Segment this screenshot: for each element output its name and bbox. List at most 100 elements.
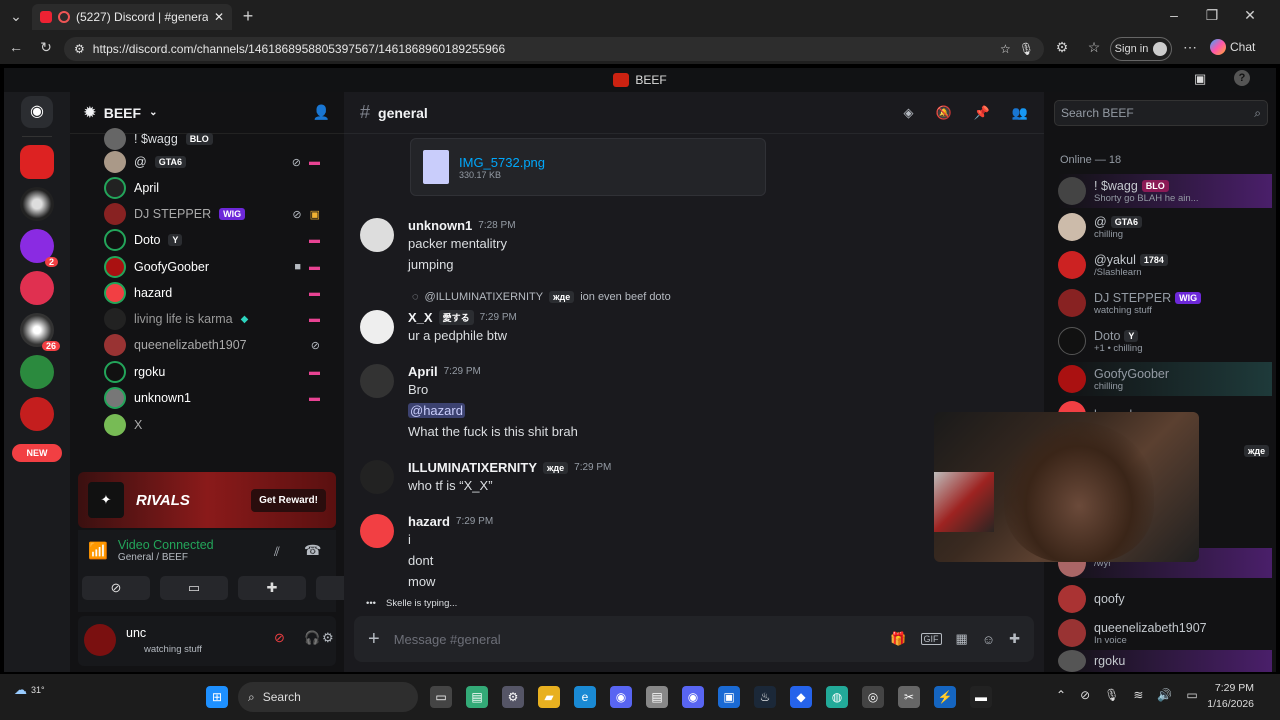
server-beef-icon[interactable] — [20, 145, 54, 179]
member-item[interactable]: Doto Y +1 • chilling — [1058, 324, 1272, 358]
obs-icon[interactable]: ◎ — [862, 686, 884, 708]
server-icon-7[interactable] — [20, 397, 54, 431]
voice-member[interactable]: living life is karma ◆ ▬ — [104, 306, 334, 332]
avatar[interactable] — [360, 310, 394, 344]
activities-button[interactable]: ✚ — [238, 576, 306, 600]
taskbar-search[interactable]: ⌕ Search — [238, 682, 418, 712]
battery-icon[interactable]: ▭ — [1186, 688, 1197, 702]
message-author[interactable]: April — [408, 364, 438, 379]
voice-member[interactable]: April — [104, 175, 334, 201]
attachment-card[interactable]: IMG_5732.png 330.17 KB — [410, 138, 766, 196]
sign-in-button[interactable]: Sign in — [1110, 37, 1172, 61]
attachment-name[interactable]: IMG_5732.png — [459, 155, 545, 170]
reload-icon[interactable]: ↻ — [36, 39, 56, 56]
disconnect-icon[interactable]: ☎ — [304, 542, 321, 559]
microphone-icon[interactable]: 🎙 — [1019, 42, 1034, 56]
favorites-icon[interactable]: ☆ — [1084, 39, 1104, 56]
share-screen-button[interactable]: ▭ — [160, 576, 228, 600]
close-tab-icon[interactable]: ✕ — [214, 10, 224, 24]
new-tab-icon[interactable]: + — [238, 6, 258, 27]
noise-suppression-icon[interactable]: ⫽ — [274, 544, 280, 560]
mic-icon[interactable]: 🎙 — [1104, 688, 1119, 702]
gif-icon[interactable]: GIF — [920, 633, 942, 645]
wifi-icon[interactable]: ≋ — [1133, 688, 1143, 702]
message-author[interactable]: X_X — [408, 310, 433, 325]
voice-member[interactable]: @ GTA6 ⊘ ▬ — [104, 149, 334, 175]
settings-gear-icon[interactable]: ⚙ — [322, 630, 334, 646]
file-explorer-icon[interactable]: ▰ — [538, 686, 560, 708]
member-item[interactable]: ! $wagg BLO Shorty go BLAH he ain... — [1058, 174, 1272, 208]
settings-icon[interactable]: ⚙ — [502, 686, 524, 708]
steam-icon[interactable]: ♨ — [754, 686, 776, 708]
invite-people-icon[interactable]: 👤 — [313, 104, 330, 121]
copilot-chat-button[interactable]: Chat — [1210, 39, 1255, 55]
more-options-icon[interactable]: ⋯ — [1180, 39, 1200, 56]
task-view-icon[interactable]: ▭ — [430, 686, 452, 708]
close-window-icon[interactable]: ✕ — [1240, 7, 1260, 24]
server-icon-3[interactable]: 2 — [20, 229, 58, 267]
notepad-icon[interactable]: ▤ — [646, 686, 668, 708]
member-item[interactable]: queenelizabeth1907 In voice — [1058, 616, 1272, 650]
chevron-up-icon[interactable]: ⌃ — [1056, 688, 1066, 702]
discord-app-icon[interactable]: ◉ — [610, 686, 632, 708]
weather-widget[interactable]: ☁ 31° — [14, 682, 45, 698]
member-list-icon[interactable]: 👥 — [1012, 105, 1028, 121]
voice-member[interactable]: unknown1 ▬ — [104, 385, 334, 411]
sticker-icon[interactable]: ▦ — [956, 631, 968, 647]
clock[interactable]: 7:29 PM 1/16/2026 — [1200, 680, 1254, 712]
extensions-icon[interactable]: ⚙ — [1052, 39, 1072, 56]
browser-tab[interactable]: (5227) Discord | #general | BE ✕ — [32, 4, 232, 30]
member-item[interactable]: qoofy — [1058, 582, 1272, 616]
inbox-icon[interactable]: ▣ — [1194, 71, 1206, 87]
voice-member[interactable]: hazard ▬ — [104, 280, 334, 306]
globe-icon[interactable]: ◍ — [826, 686, 848, 708]
avatar[interactable] — [360, 514, 394, 548]
server-icon-2[interactable] — [20, 187, 54, 221]
message-input[interactable]: Message #general — [394, 632, 877, 647]
maximize-icon[interactable]: ❐ — [1202, 7, 1222, 24]
search-input[interactable]: Search BEEF ⌕ — [1054, 100, 1268, 126]
new-badge[interactable]: NEW — [12, 444, 62, 462]
avatar[interactable] — [360, 218, 394, 252]
server-icon-5[interactable]: 26 — [20, 313, 60, 351]
get-reward-button[interactable]: Get Reward! — [251, 488, 326, 512]
message-author[interactable]: hazard — [408, 514, 450, 529]
server-icon-6[interactable] — [20, 355, 54, 389]
member-item[interactable]: rgoku — [1058, 650, 1272, 672]
voice-member[interactable]: DJ STEPPER WIG ⊘ ▣ — [104, 201, 334, 227]
app-icon[interactable]: ▣ — [718, 686, 740, 708]
message-author[interactable]: ILLUMINATIXERNITY — [408, 460, 537, 475]
mute-mic-icon[interactable]: ⊘ — [274, 630, 285, 646]
apps-icon[interactable]: ✚ — [1009, 631, 1020, 647]
terminal-icon[interactable]: ▬ — [970, 686, 992, 708]
user-mention[interactable]: @hazard — [408, 403, 465, 418]
url-field[interactable]: ⚙ https://discord.com/channels/146186895… — [64, 37, 1044, 61]
edge-icon[interactable]: e — [574, 686, 596, 708]
headphones-icon[interactable]: 🎧 — [304, 630, 320, 646]
reply-preview[interactable]: ◌ @ILLUMINATIXERNITY жде ion even beef d… — [412, 291, 671, 303]
direct-messages-icon[interactable]: ◉ — [21, 96, 53, 128]
emoji-icon[interactable]: ☺ — [982, 632, 995, 647]
add-attachment-icon[interactable]: + — [368, 628, 380, 651]
avatar[interactable] — [360, 364, 394, 398]
video-popout[interactable] — [934, 412, 1199, 562]
server-icon-4[interactable] — [20, 271, 54, 305]
pinned-messages-icon[interactable]: 📌 — [974, 105, 990, 121]
message-author[interactable]: unknown1 — [408, 218, 472, 233]
back-icon[interactable]: ← — [6, 39, 26, 55]
app-icon-2[interactable]: ⚡ — [934, 686, 956, 708]
threads-icon[interactable]: ◈ — [903, 105, 913, 121]
minimize-icon[interactable]: – — [1164, 7, 1184, 23]
discord-icon[interactable]: ◉ — [682, 686, 704, 708]
member-item[interactable]: @ GTA6 chilling — [1058, 210, 1272, 244]
member-item[interactable]: DJ STEPPER WIG watching stuff — [1058, 286, 1272, 320]
voice-member[interactable]: Doto Y ▬ — [104, 227, 334, 253]
camera-off-button[interactable]: ⊘ — [82, 576, 150, 600]
voice-member[interactable]: rgoku ▬ — [104, 359, 334, 385]
snipping-icon[interactable]: ✂ — [898, 686, 920, 708]
voice-member[interactable]: queenelizabeth1907 ⊘ — [104, 332, 334, 358]
member-item[interactable]: @yakul 1784 /Slashlearn — [1058, 248, 1272, 282]
notification-settings-icon[interactable]: 🔕 — [935, 105, 951, 121]
roblox-icon[interactable]: ◆ — [790, 686, 812, 708]
avatar[interactable] — [360, 460, 394, 494]
